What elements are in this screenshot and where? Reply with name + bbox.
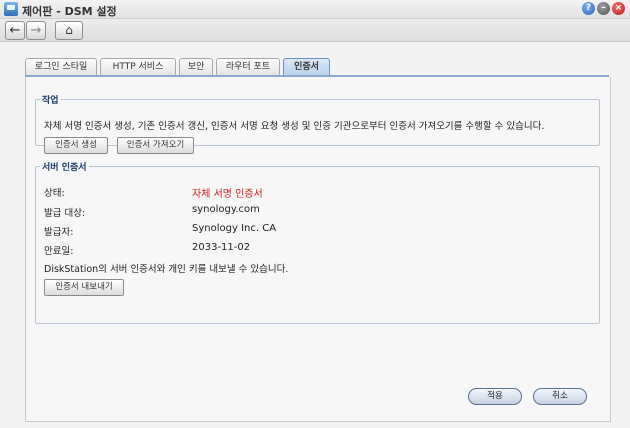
status-label: 상태: [44, 188, 65, 199]
create-certificate-button[interactable]: 인증서 생성 [44, 137, 108, 154]
certificate-panel: 작업 자체 서명 인증서 생성, 기존 인증서 갱신, 인증서 서명 요청 생성… [25, 77, 611, 422]
control-panel-icon [4, 2, 18, 16]
forward-arrow-icon[interactable]: → [26, 21, 46, 40]
server-certificate-section: 서버 인증서 상태: 자체 서명 인증서 발급 대상: synology.com… [35, 160, 600, 324]
close-icon[interactable]: × [612, 2, 625, 15]
expiry-label: 만료일: [44, 246, 74, 257]
import-certificate-button[interactable]: 인증서 가져오기 [117, 137, 194, 154]
task-section: 작업 자체 서명 인증서 생성, 기존 인증서 갱신, 인증서 서명 요청 생성… [35, 93, 600, 154]
expiry-value: 2033-11-02 [192, 242, 251, 253]
apply-button[interactable]: 적용 [468, 388, 522, 405]
minimize-icon[interactable]: – [597, 2, 610, 15]
export-note: DiskStation의 서버 인증서와 개인 키를 내보낼 수 있습니다. [44, 264, 289, 275]
tab-security[interactable]: 보안 [179, 58, 213, 75]
content-area: 로그인 스타일 HTTP 서비스 보안 라우터 포트 인증서 작업 자체 서명 … [0, 42, 630, 428]
server-certificate-legend: 서버 인증서 [42, 163, 87, 173]
tab-certificate[interactable]: 인증서 [283, 58, 330, 76]
task-legend: 작업 [42, 96, 59, 106]
export-certificate-button[interactable]: 인증서 내보내기 [44, 279, 124, 296]
issued-to-label: 발급 대상: [44, 208, 86, 219]
tab-login-style[interactable]: 로그인 스타일 [25, 58, 97, 75]
back-arrow-icon[interactable]: ← [5, 21, 25, 40]
task-description: 자체 서명 인증서 생성, 기존 인증서 갱신, 인증서 서명 요청 생성 및 … [44, 121, 545, 132]
issued-to-value: synology.com [192, 204, 260, 215]
navigation-bar: ← → ⌂ [0, 19, 630, 42]
window-title: 제어판 - DSM 설정 [22, 5, 117, 18]
title-bar: 제어판 - DSM 설정 ? – × [0, 0, 630, 19]
help-icon[interactable]: ? [582, 2, 595, 15]
cancel-button[interactable]: 취소 [533, 388, 587, 405]
tab-router-port[interactable]: 라우터 포트 [216, 58, 280, 75]
issuer-value: Synology Inc. CA [192, 223, 277, 234]
tab-http-service[interactable]: HTTP 서비스 [100, 58, 176, 75]
status-value: 자체 서명 인증서 [192, 189, 263, 200]
issuer-label: 발급자: [44, 227, 74, 238]
home-icon[interactable]: ⌂ [55, 21, 83, 40]
